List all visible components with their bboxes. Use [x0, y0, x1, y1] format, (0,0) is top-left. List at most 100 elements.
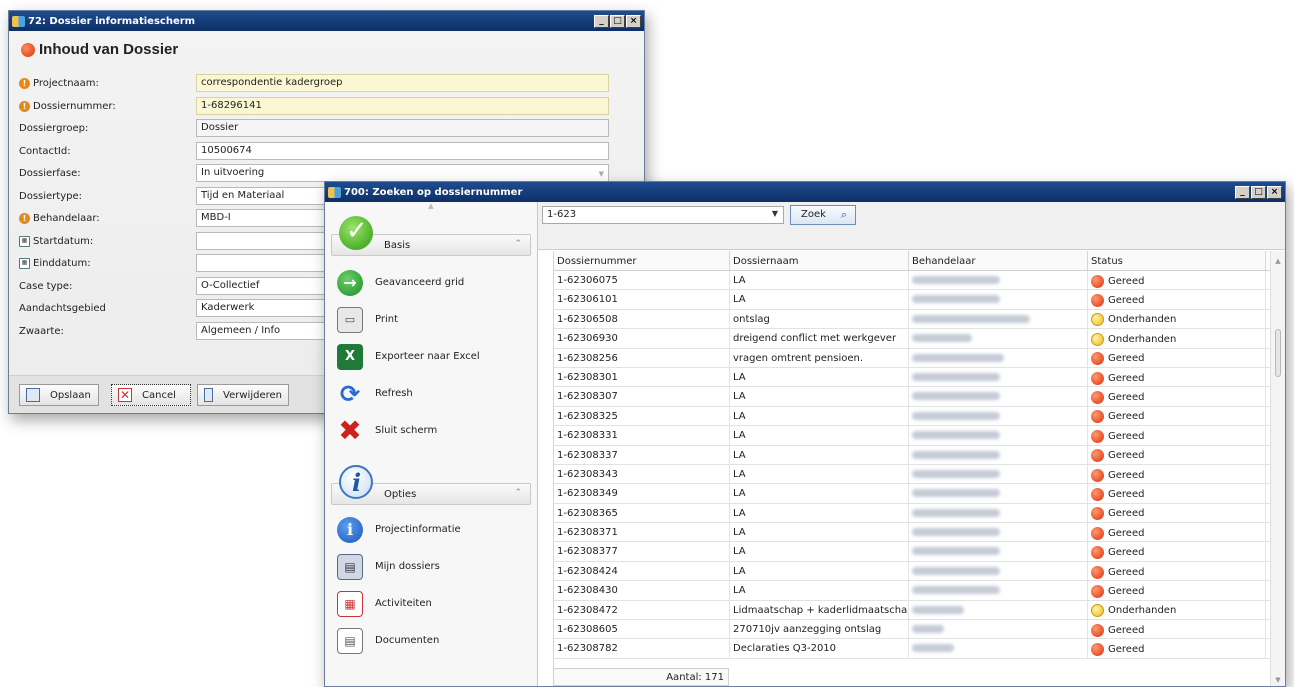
field-label: ContactId: — [19, 145, 71, 157]
column-header-dossiernaam[interactable]: Dossiernaam — [730, 251, 909, 270]
group-opties[interactable]: Opties ⌃ — [331, 465, 531, 505]
field-input[interactable]: 1-68296141 — [196, 97, 609, 115]
field-label: Dossierfase: — [19, 167, 81, 179]
window1-titlebar[interactable]: 72: Dossier informatiescherm _ □ × — [9, 11, 644, 31]
cell-dossiernaam: vragen omtrent pensioen. — [730, 348, 909, 367]
column-header-dossiernummer[interactable]: Dossiernummer — [554, 251, 730, 270]
field-input[interactable]: 10500674 — [196, 142, 609, 160]
cancel-button[interactable]: ✕ Cancel — [111, 384, 191, 406]
cell-status: Gereed — [1088, 561, 1266, 581]
redacted-name — [912, 334, 972, 343]
info-icon: i — [337, 516, 363, 543]
delete-button[interactable]: Verwijderen — [197, 384, 289, 406]
sidebar-item[interactable]: ▤ Documenten — [325, 622, 537, 659]
dropdown-arrow-icon[interactable]: ▼ — [772, 209, 778, 218]
table-row[interactable]: 1-62306930 dreigend conflict met werkgeve… — [554, 329, 1270, 349]
table-row[interactable]: 1-62308365 LA Gereed — [554, 503, 1270, 524]
maximize-button[interactable]: □ — [1251, 185, 1266, 199]
scroll-thumb[interactable] — [1275, 329, 1281, 377]
table-row[interactable]: 1-62306101 LA Gereed — [554, 290, 1270, 310]
cell-status: Onderhanden — [1088, 309, 1266, 329]
scroll-up-icon[interactable]: ▲ — [1271, 257, 1285, 265]
table-row[interactable]: 1-62308331 LA Gereed — [554, 426, 1270, 446]
redacted-name — [912, 392, 1000, 401]
status-dot-icon — [1091, 274, 1104, 288]
table-row[interactable]: 1-62308377 LA Gereed — [554, 542, 1270, 562]
redacted-name — [912, 469, 1000, 478]
table-row[interactable]: 1-62308605 270710jv aanzegging ontslag Ger… — [554, 620, 1270, 640]
dropdown-arrow-icon[interactable]: ▼ — [599, 170, 604, 178]
status-dot-icon — [1091, 623, 1104, 637]
close-button[interactable]: × — [1267, 185, 1282, 199]
cell-dossiernaam: ontslag — [730, 309, 909, 329]
redacted-name — [912, 353, 1004, 362]
table-row[interactable]: 1-62308782 Declaraties Q3-2010 Gereed — [554, 639, 1270, 659]
printer-icon: ▭ — [337, 306, 363, 333]
window2-titlebar[interactable]: 700: Zoeken op dossiernummer _ □ × — [325, 182, 1285, 202]
sidebar-item[interactable]: ✖ Sluit scherm — [325, 412, 537, 449]
close-button[interactable]: × — [626, 14, 641, 28]
group-basis[interactable]: Basis ⌃ — [331, 216, 531, 256]
calendar-icon[interactable]: ▦ — [19, 257, 30, 269]
column-header-behandelaar[interactable]: Behandelaar — [909, 251, 1088, 270]
status-dot-icon — [1091, 332, 1104, 346]
sidebar-item[interactable]: ▭ Print — [325, 301, 537, 338]
dossier-heading: Inhoud van Dossier — [21, 41, 178, 58]
field-input[interactable]: Dossier — [196, 119, 609, 137]
table-row[interactable]: 1-62308301 LA Gereed — [554, 367, 1270, 388]
calendar-icon[interactable]: ▦ — [19, 235, 30, 247]
table-row[interactable]: 1-62308371 LA Gereed — [554, 523, 1270, 543]
cell-dossiernummer: 1-62308343 — [554, 464, 730, 484]
table-row[interactable]: 1-62308325 LA Gereed — [554, 406, 1270, 427]
table-row[interactable]: 1-62308424 LA Gereed — [554, 561, 1270, 582]
scroll-down-icon[interactable]: ▼ — [1271, 676, 1285, 684]
cell-behandelaar — [909, 367, 1088, 387]
sidebar-item[interactable]: i Projectinformatie — [325, 511, 537, 548]
cell-dossiernaam: LA — [730, 581, 909, 600]
window1-title: 72: Dossier informatiescherm — [28, 15, 196, 27]
minimize-button[interactable]: _ — [594, 14, 609, 28]
maximize-button[interactable]: □ — [610, 14, 625, 28]
cell-behandelaar — [909, 445, 1088, 464]
cell-dossiernummer: 1-62308301 — [554, 367, 730, 387]
table-row[interactable]: 1-62308307 LA Gereed — [554, 387, 1270, 407]
collapse-chevron-icon[interactable]: ⌃ — [514, 488, 522, 498]
table-row[interactable]: 1-62308349 LA Gereed — [554, 484, 1270, 504]
cell-behandelaar — [909, 639, 1088, 658]
sidebar-item[interactable]: ▦ Activiteiten — [325, 585, 537, 622]
cell-status: Gereed — [1088, 639, 1266, 658]
dossiers-icon: ▤ — [337, 553, 363, 580]
table-row[interactable]: 1-62308343 LA Gereed — [554, 464, 1270, 485]
collapse-chevron-icon[interactable]: ⌃ — [514, 239, 522, 249]
save-button[interactable]: Opslaan — [19, 384, 99, 406]
field-input[interactable]: In uitvoering ▼ — [196, 164, 609, 182]
field-label: Dossiergroep: — [19, 122, 89, 134]
table-row[interactable]: 1-62308256 vragen omtrent pensioen. Gereed — [554, 348, 1270, 368]
field-input[interactable]: correspondentie kadergroep — [196, 74, 609, 92]
sidebar-item[interactable]: X Exporteer naar Excel — [325, 338, 537, 375]
field-label: Dossiertype: — [19, 190, 82, 202]
trash-icon — [204, 388, 214, 402]
sidebar-item-label: Print — [375, 314, 399, 325]
table-row[interactable]: 1-62306508 ontslag Onderhanden — [554, 309, 1270, 330]
table-row[interactable]: 1-62308337 LA Gereed — [554, 445, 1270, 465]
sidebar-item[interactable]: ▤ Mijn dossiers — [325, 548, 537, 585]
minimize-button[interactable]: _ — [1235, 185, 1250, 199]
status-dot-icon — [1091, 507, 1104, 521]
table-row[interactable]: 1-62306075 LA Gereed — [554, 271, 1270, 291]
cell-dossiernummer: 1-62308307 — [554, 387, 730, 406]
table-row[interactable]: 1-62308472 Lidmaatschap + kaderlidmaatsch… — [554, 600, 1270, 621]
table-row[interactable]: 1-62308430 LA Gereed — [554, 581, 1270, 601]
sidebar-item[interactable]: → Geavanceerd grid — [325, 264, 537, 301]
dossier-search-combo[interactable]: 1-623 ▼ — [542, 206, 784, 224]
grid-vertical-scrollbar[interactable]: ▲ ▼ — [1270, 251, 1285, 686]
cell-behandelaar — [909, 329, 1088, 348]
sidebar-scroll-up-icon[interactable]: ▲ — [325, 202, 537, 216]
cell-status: Gereed — [1088, 387, 1266, 406]
sidebar-item[interactable]: ⟳ Refresh — [325, 375, 537, 412]
status-dot-icon — [1091, 565, 1104, 579]
field-row: Dossiergroep: Dossier — [19, 119, 609, 137]
cell-behandelaar — [909, 406, 1088, 426]
search-button[interactable]: Zoek ⌕ — [790, 205, 856, 225]
column-header-status[interactable]: Status — [1088, 251, 1266, 270]
